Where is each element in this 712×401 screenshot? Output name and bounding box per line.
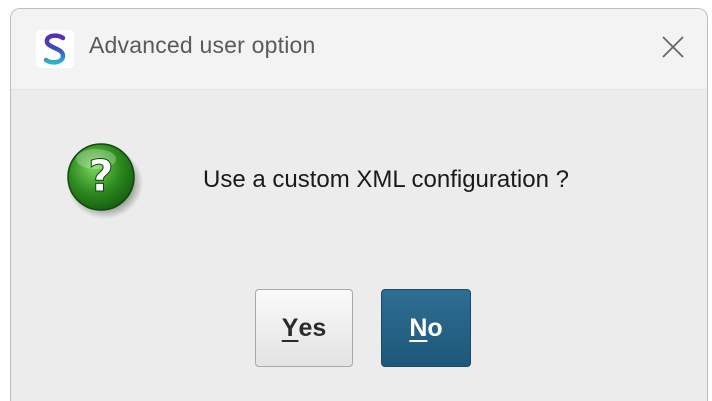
yes-label-rest: es — [298, 313, 327, 342]
app-s-logo-icon — [36, 30, 74, 68]
no-label-rest: o — [427, 313, 443, 342]
window-title: Advanced user option — [89, 32, 316, 58]
yes-button[interactable]: Yes — [255, 289, 353, 367]
close-icon[interactable] — [653, 27, 693, 67]
yes-mnemonic: Y — [281, 313, 299, 342]
no-button[interactable]: No — [381, 289, 471, 367]
dialog-window: Advanced user option ? Use a custom XML … — [10, 8, 708, 401]
svg-text:?: ? — [88, 151, 114, 202]
dialog-message: Use a custom XML configuration ? — [203, 166, 569, 193]
no-mnemonic: N — [409, 313, 428, 342]
dialog-body: ? Use a custom XML configuration ? Yes N… — [11, 89, 707, 401]
question-icon: ? — [67, 143, 143, 219]
title-bar[interactable]: Advanced user option — [11, 9, 707, 90]
